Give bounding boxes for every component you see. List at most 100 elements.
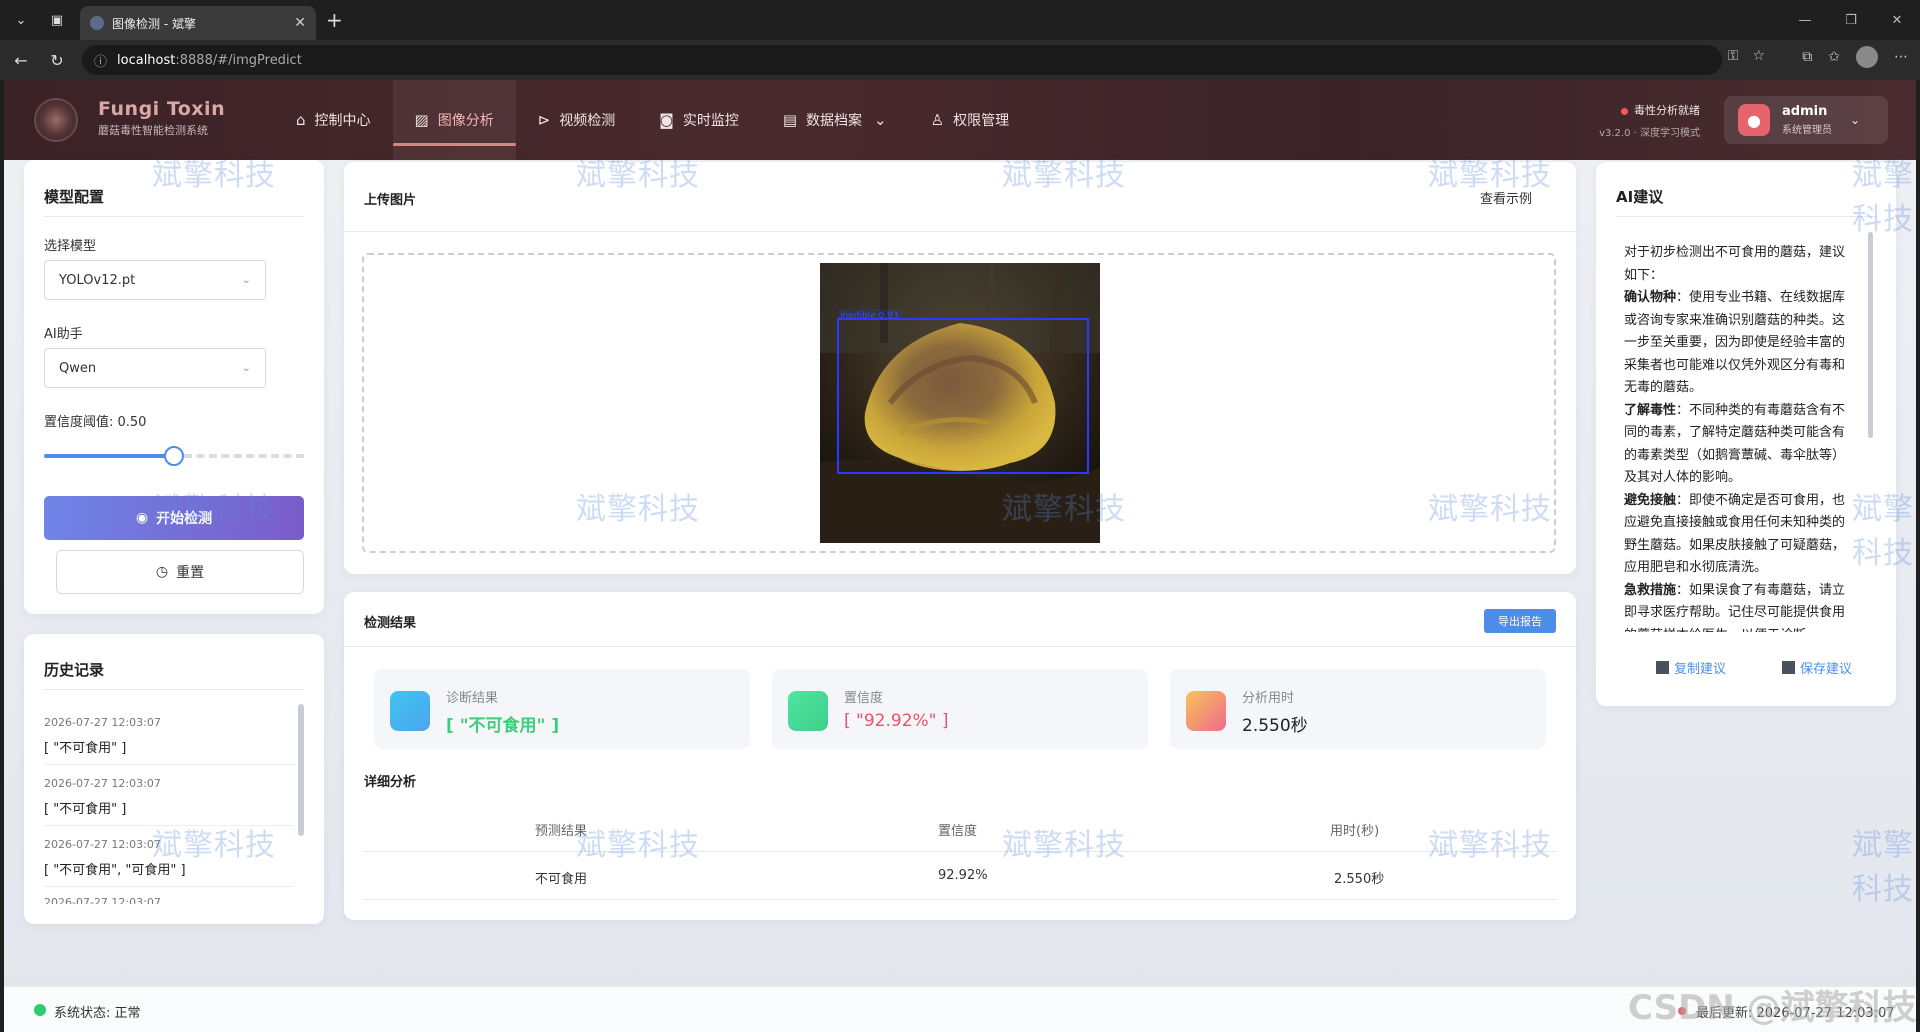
app-header: Fungi Toxin 蘑菇毒性智能检测系统 ⌂ 控制中心 ▨ 图像分析 ⊳ 视频检测… [4, 80, 1916, 160]
uploaded-image: inedible 0.93 [820, 263, 1100, 543]
history-date: 2026-07-27 12:03:07 [44, 896, 161, 904]
table-header: 用时(秒) [1330, 824, 1380, 839]
extensions-icon[interactable]: ⧉ [1802, 49, 1812, 65]
url-host: localhost [117, 52, 176, 68]
stat-label: 诊断结果 [446, 691, 499, 706]
slider-handle[interactable] [164, 446, 184, 466]
nav-label: 图像分析 [437, 113, 494, 129]
status-dot-icon [1621, 107, 1628, 115]
model-label: 选择模型 [44, 239, 97, 254]
close-window-icon[interactable]: ✕ [1874, 0, 1920, 40]
nav-live-monitor[interactable]: ◙ 实时监控 [637, 80, 761, 160]
nav-label: 数据档案 [806, 113, 863, 129]
confidence-icon [788, 691, 828, 731]
threshold-slider[interactable] [44, 446, 304, 466]
reset-button[interactable]: ◷ 重置 [56, 550, 304, 594]
new-tab-icon[interactable]: + [326, 8, 343, 32]
history-result: [ "不可食用", "可食用" ] [44, 863, 186, 878]
mushroom-image: inedible 0.93 [820, 263, 1100, 543]
status-dot-icon [34, 1004, 46, 1016]
ai-point: 1.确认物种：使用专业书籍、在线数据库或咨询专家来准确识别蘑菇的种类。这一步至关… [1624, 287, 1854, 400]
stat-label: 置信度 [844, 691, 884, 706]
browser-tabbar: ⌄ ▣ 图像检测 - 斌擎 ✕ + — ❐ ✕ [0, 0, 1920, 40]
play-icon: ⊳ [537, 111, 551, 129]
tab-list-icon[interactable]: ⌄ [6, 5, 36, 35]
url-field[interactable]: ⓘ localhost:8888/#/imgPredict [82, 45, 1722, 75]
history-item[interactable]: 2026-07-27 12:03:07 [ "不可食用" ] [44, 716, 294, 756]
history-item-clipped: 2026-07-27 12:03:07 [44, 896, 294, 904]
browser-actions: ⧉ ✩ ⋯ [1802, 46, 1908, 68]
clock-icon: ◷ [155, 564, 169, 580]
confidence-stat: 置信度 [ "92.92%" ] [772, 669, 1148, 749]
more-icon[interactable]: ⋯ [1894, 49, 1908, 65]
divider [364, 899, 1556, 900]
save-label: 保存建议 [1800, 662, 1853, 677]
history-item[interactable]: 2026-07-27 12:03:07 [ "不可食用" ] [44, 777, 294, 817]
table-header: 预测结果 [535, 824, 588, 839]
divider [44, 886, 294, 887]
user-menu[interactable]: ● admin 系统管理员 ⌄ [1724, 96, 1888, 144]
nav-label: 权限管理 [953, 113, 1010, 129]
model-select[interactable]: YOLOv12.pt ⌄ [44, 260, 266, 300]
ai-scrollbar[interactable] [1868, 232, 1873, 438]
reload-icon[interactable]: ↻ [42, 45, 72, 75]
nav-label: 控制中心 [314, 113, 371, 129]
key-icon[interactable]: ⚿ [1728, 48, 1739, 64]
ai-point-num: 2. [1624, 402, 1629, 418]
scan-icon: ◉ [135, 510, 149, 526]
minimize-icon[interactable]: — [1782, 0, 1828, 40]
table-header: 置信度 [938, 824, 978, 839]
image-icon: ▨ [414, 111, 429, 129]
example-link[interactable]: 查看示例 [1480, 188, 1532, 207]
profile-avatar[interactable] [1856, 46, 1878, 68]
ai-point: 3.避免接触：即使不确定是否可食用，也应避免直接接触或食用任何未知种类的野生蘑菇… [1624, 490, 1854, 580]
nav-data-archive[interactable]: ▤ 数据档案 ⌄ [761, 80, 909, 160]
assistant-label: AI助手 [44, 327, 83, 342]
divider [344, 646, 1576, 647]
user-name: admin [1782, 104, 1828, 119]
brand-subtitle: 蘑菇毒性智能检测系统 [98, 124, 208, 137]
user-role: 系统管理员 [1782, 125, 1832, 136]
copy-advice-button[interactable]: 复制建议 [1656, 658, 1726, 677]
restore-icon[interactable]: ❐ [1828, 0, 1874, 40]
nav-control-center[interactable]: ⌂ 控制中心 [274, 80, 393, 160]
ai-point-num: 3. [1624, 492, 1629, 508]
time-stat: 分析用时 2.550秒 [1170, 669, 1546, 749]
ai-point: 4.急救措施：如果误食了有毒蘑菇，请立即寻求医疗帮助。记住尽可能提供食用的蘑菇样… [1624, 580, 1854, 633]
assistant-select-value: Qwen [59, 360, 97, 376]
threshold-label: 置信度阈值: 0.50 [44, 415, 147, 430]
detection-label: inedible 0.93 [840, 311, 899, 321]
model-select-value: YOLOv12.pt [59, 272, 136, 288]
history-scrollbar[interactable] [298, 704, 304, 836]
diagnosis-value: [ "不可食用" ] [446, 716, 560, 736]
divider [44, 825, 294, 826]
assistant-select[interactable]: Qwen ⌄ [44, 348, 266, 388]
close-tab-icon[interactable]: ✕ [294, 15, 306, 31]
save-advice-button[interactable]: 保存建议 [1782, 658, 1852, 677]
divider [44, 216, 304, 217]
nav-video-detection[interactable]: ⊳ 视频检测 [516, 80, 638, 160]
nav-label: 实时监控 [682, 113, 739, 129]
ai-advice-title: AI建议 [1616, 188, 1664, 206]
back-icon[interactable]: ← [6, 45, 36, 75]
favorite-star-icon[interactable]: ☆ [1752, 48, 1765, 64]
status-text: 毒性分析就绪 [1634, 104, 1700, 117]
user-icon: ♙ [930, 111, 945, 129]
nav-image-analysis[interactable]: ▨ 图像分析 [392, 80, 516, 160]
header-status: 毒性分析就绪 v3.2.0 · 深度学习模式 [1576, 102, 1700, 139]
start-detect-button[interactable]: ◉ 开始检测 [44, 496, 304, 540]
collections-icon[interactable]: ▣ [42, 5, 72, 35]
table-cell: 92.92% [938, 868, 988, 883]
history-item[interactable]: 2026-07-27 12:03:07 [ "不可食用", "可食用" ] [44, 838, 294, 878]
favorites-icon[interactable]: ✩ [1828, 49, 1840, 65]
nav-permissions[interactable]: ♙ 权限管理 [909, 80, 1031, 160]
time-value: 2.550秒 [1242, 716, 1308, 736]
ai-point-num: 1. [1624, 290, 1629, 305]
ai-point-head: 确认物种 [1624, 290, 1677, 305]
divider [344, 231, 1576, 232]
chevron-down-icon: ⌄ [1850, 113, 1861, 127]
slider-rest [184, 454, 304, 458]
browser-tab[interactable]: 图像检测 - 斌擎 ✕ [80, 6, 316, 40]
export-report-button[interactable]: 导出报告 [1484, 609, 1556, 633]
site-info-icon[interactable]: ⓘ [94, 51, 107, 70]
